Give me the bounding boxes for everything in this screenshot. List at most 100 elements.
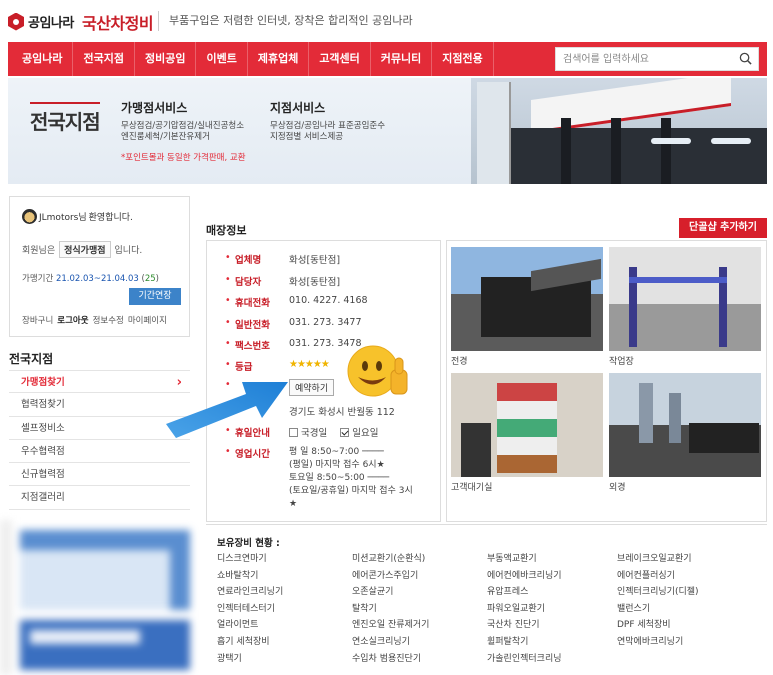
equipment-item: 흡기 세척장비	[217, 636, 270, 647]
logout-link[interactable]: 로그아웃	[57, 314, 88, 326]
equipment-item: 연소실크리닝기	[352, 636, 410, 647]
banner-title: 전국지점	[30, 102, 101, 135]
branch-service-line: 지정점별 서비스제공	[270, 132, 344, 142]
franchise-service-note: *포인트몰과 동일한 가격판매, 교환	[121, 153, 246, 163]
period-label: 가맹기간	[22, 274, 54, 284]
sidebar-item-new-partner[interactable]: 신규협력점	[9, 463, 190, 487]
equipment-item: 에어콘가스주입기	[352, 570, 419, 581]
info-row-hours: • 영업시간 평 일 8:50~7:00 ──── (평일) 마지막 접수 6시★…	[225, 446, 419, 511]
nav-item-gongimnara[interactable]: 공임나라	[8, 42, 74, 76]
info-label: 팩스번호	[235, 341, 270, 352]
franchise-service-title: 가맹점서비스	[121, 101, 188, 115]
member-suffix: 입니다.	[114, 246, 143, 256]
photo-outside[interactable]	[609, 373, 761, 477]
add-favorite-shop-button[interactable]: 단골샵 추가하기	[679, 218, 767, 238]
photo-waiting-room[interactable]	[451, 373, 603, 477]
search-icon[interactable]	[739, 52, 752, 65]
logo-text: 공임나라	[28, 16, 74, 31]
equipment-list: 디스크연마기 미션교환기(순환식) 부동액교환기 브레이크오일교환기쇼바탈착기 에어콘가…	[217, 553, 765, 666]
equipment-item: 에어컨에바크리닝기	[487, 570, 562, 581]
equipment-item	[617, 653, 765, 666]
login-box: JLmotors님 환영합니다. 회원님은 정식가맹점 입니다. 가맹기간 21…	[9, 196, 190, 337]
equipment-item: 디스크연마기	[217, 554, 267, 564]
reserve-button[interactable]: 예약하기	[289, 379, 335, 396]
equipment-item: 파워오일교환기	[487, 603, 545, 614]
info-label: 업체명	[235, 255, 262, 266]
photo-caption: 고객대기실	[451, 483, 493, 493]
equipment-item: 탈착기	[352, 603, 377, 614]
logo-icon	[8, 12, 24, 31]
info-label: 휴대전화	[235, 298, 270, 309]
info-value: 화성[동탄점]	[289, 255, 341, 266]
shop-photo	[471, 78, 767, 184]
nav-item-event[interactable]: 이벤트	[196, 42, 248, 76]
info-label: 담당자	[235, 277, 262, 288]
nav-item-support[interactable]: 고객센터	[309, 42, 371, 76]
info-row-mobile: • 휴대전화 010. 4227. 4168	[225, 295, 368, 309]
member-grade-badge: 정식가맹점	[59, 241, 111, 258]
photo-exterior[interactable]	[451, 247, 603, 351]
equipment-item: 가솔린인젝터크리닝	[487, 653, 562, 664]
member-row: 회원님은 정식가맹점 입니다.	[22, 241, 142, 258]
cart-link[interactable]: 장바구니	[22, 314, 53, 326]
logo[interactable]: 공임나라	[8, 12, 74, 31]
extend-period-button[interactable]: 기간연장	[129, 288, 181, 305]
photo-caption: 작업장	[609, 357, 634, 367]
greeting: 환영합니다.	[88, 213, 133, 223]
equipment-item: 수입차 범용진단기	[352, 653, 422, 664]
hours-text: 평 일 8:50~7:00 ──── (평일) 마지막 접수 6시★ 토요일 8…	[289, 446, 419, 511]
info-value: 010. 4227. 4168	[289, 295, 368, 306]
avatar	[22, 209, 37, 224]
search-input[interactable]	[556, 48, 731, 70]
info-row-phone: • 일반전화 031. 273. 3477	[225, 317, 362, 331]
sidebar-title: 전국지점	[9, 352, 54, 366]
info-value: 031. 273. 3477	[289, 317, 362, 328]
equipment-item: 브레이크오일교환기	[617, 554, 692, 564]
info-label: 일반전화	[235, 320, 270, 331]
equipment-item: DPF 세척장비	[617, 620, 671, 631]
membership-period: 가맹기간 21.02.03~21.04.03 (25)	[22, 274, 159, 284]
info-row-fax: • 팩스번호 031. 273. 3478	[225, 338, 362, 352]
equipment-item: 밸런스기	[617, 603, 651, 614]
nav-item-partners[interactable]: 제휴업체	[248, 42, 310, 76]
equipment-item: 쇼바탈착기	[217, 570, 259, 581]
top-header: 공임나라 국산차정비 부품구입은 저렴한 인터넷, 장착은 합리적인 공임나라	[0, 0, 773, 42]
blurred-ad	[0, 520, 190, 675]
period-days: 25	[144, 274, 156, 284]
hours-line: 평 일 8:50~7:00 ────	[289, 447, 384, 457]
equipment-item: 에어컨플러싱기	[617, 570, 675, 581]
equipment-title: 보유장비 현황 :	[217, 538, 280, 549]
checkbox-label: 국경일	[301, 428, 328, 439]
info-value: 경기도 화성시 반월동 112	[289, 407, 395, 418]
info-label: 등급	[235, 362, 253, 373]
equipment-item: 부동액교환기	[487, 554, 537, 564]
mypage-link[interactable]: 마이페이지	[128, 314, 167, 326]
thumbs-up-emoji-icon	[347, 345, 408, 397]
sidebar-item-label: 가맹점찾기	[21, 377, 65, 388]
user-row: JLmotors님 환영합니다.	[22, 209, 133, 224]
nav-item-labor-cost[interactable]: 정비공임	[135, 42, 197, 76]
equipment-item: 인젝터테스터기	[217, 603, 275, 614]
main-nav: 공임나라 전국지점 정비공임 이벤트 제휴업체 고객센터 커뮤니티 지점전용	[8, 42, 767, 76]
nav-item-branches[interactable]: 전국지점	[73, 42, 135, 76]
divider	[206, 524, 767, 525]
equipment-item: 미션교환기(순환식)	[352, 554, 426, 564]
nav-item-branch-only[interactable]: 지점전용	[432, 42, 494, 76]
info-label: 영업시간	[235, 449, 270, 460]
holiday-national-checkbox[interactable]: 국경일	[289, 425, 327, 439]
grade-stars: ★★★★★	[289, 359, 330, 370]
branch-service: 지점서비스 무상점검/공임나라 표준공임준수 지정점별 서비스제공	[270, 99, 385, 143]
equipment-item: 엔진오일 잔류제거기	[352, 620, 430, 631]
nav-item-community[interactable]: 커뮤니티	[371, 42, 433, 76]
info-row-manager: • 담당자 화성[동탄점]	[225, 274, 341, 288]
checkbox-label: 일요일	[352, 428, 379, 439]
holiday-sunday-checkbox[interactable]: 일요일	[340, 425, 379, 439]
sidebar-item-gallery[interactable]: 지점갤러리	[9, 486, 190, 510]
site-subtitle[interactable]: 국산차정비	[82, 10, 154, 34]
search-box	[555, 47, 759, 71]
photo-caption: 전경	[451, 357, 468, 367]
edit-info-link[interactable]: 정보수정	[93, 314, 124, 326]
equipment-item: 휠퍼탈착기	[487, 636, 529, 647]
photo-workshop[interactable]	[609, 247, 761, 351]
equipment-item: 인젝터크리닝기(디젤)	[617, 587, 699, 598]
